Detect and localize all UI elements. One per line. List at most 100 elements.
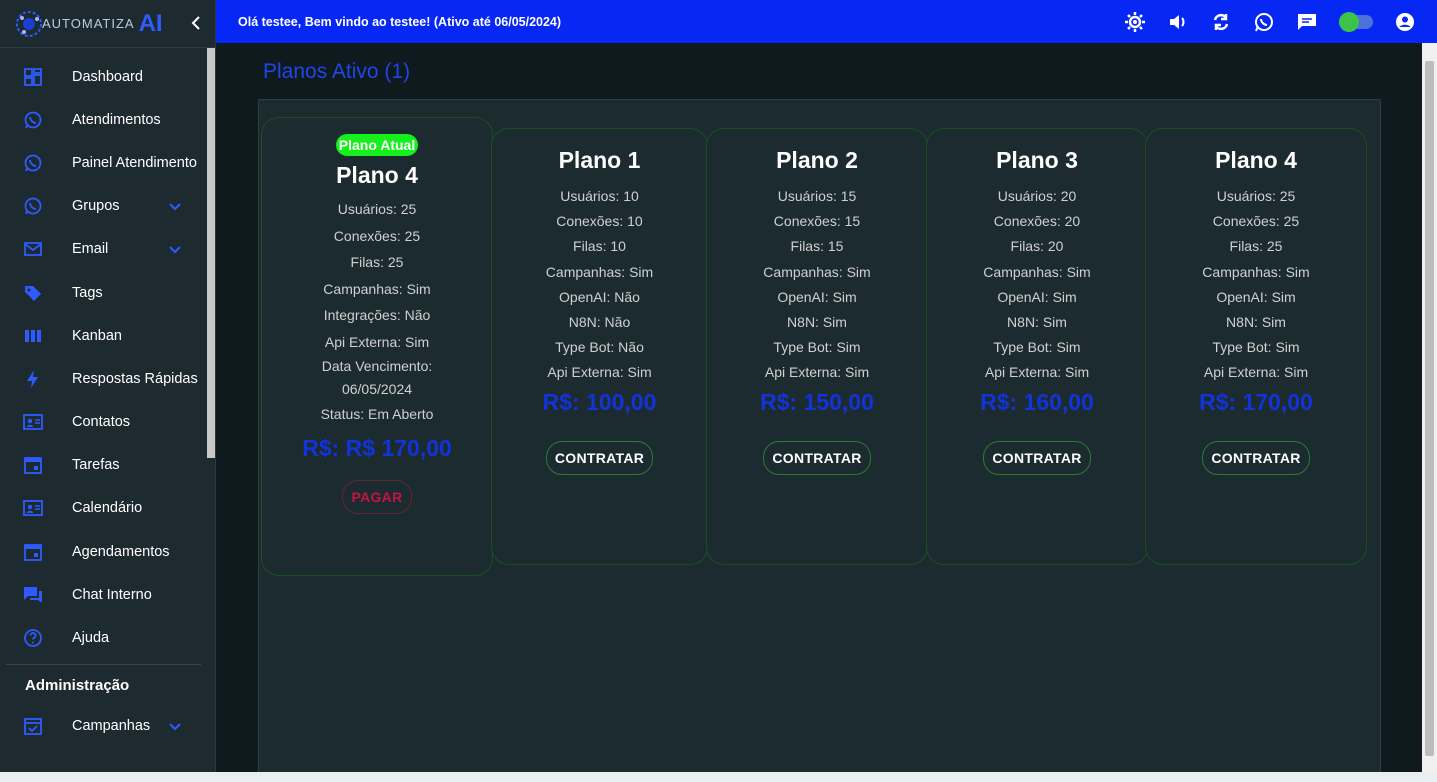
event-icon: [22, 715, 44, 737]
sidebar-item-grupos[interactable]: Grupos: [0, 185, 215, 228]
plan-feature: Usuários: 25: [1216, 188, 1296, 204]
sidebar-item-agendamentos[interactable]: Agendamentos: [0, 530, 215, 573]
pay-button[interactable]: PAGAR: [342, 479, 412, 514]
plan-feature: Filas: 20: [1010, 238, 1064, 255]
admin-menu: Campanhas: [0, 705, 215, 748]
plan-feature: Conexões: 25: [333, 227, 421, 244]
sidebar-item-atendimentos[interactable]: Atendimentos: [0, 98, 215, 141]
plan-price: R$: 150,00: [760, 388, 874, 415]
plan-feature: Type Bot: Sim: [993, 339, 1081, 356]
section-title-admin: Administração: [25, 676, 130, 694]
refresh-icon[interactable]: [1210, 11, 1232, 33]
sidebar-item-label: Painel Atendimento: [72, 154, 197, 171]
plan-feature: OpenAI: Sim: [777, 288, 857, 305]
brightness-icon[interactable]: [1124, 11, 1146, 33]
chat-icon: [22, 584, 44, 606]
sidebar-item-kanban[interactable]: Kanban: [0, 314, 215, 357]
plan-feature: Usuários: 15: [777, 188, 857, 204]
sidebar-item-label: Agendamentos: [72, 543, 170, 560]
plan-feature: Campanhas: Sim: [763, 263, 871, 280]
dashboard-icon: [22, 66, 44, 88]
plan-feature: Type Bot: Não: [555, 339, 644, 356]
contract-button[interactable]: CONTRATAR: [983, 440, 1091, 475]
plan-feature: Conexões: 25: [1212, 213, 1300, 230]
plan-card-3: Plano 3 Usuários: 20 Conexões: 20 Filas: 20…: [926, 128, 1148, 565]
sidebar-item-tags[interactable]: Tags: [0, 271, 215, 314]
sidebar-item-painel-atendimento[interactable]: Painel Atendimento: [0, 141, 215, 184]
sidebar-item-dashboard[interactable]: Dashboard: [0, 55, 215, 98]
main-scrollbar[interactable]: [1422, 43, 1437, 772]
contract-button[interactable]: CONTRATAR: [1202, 440, 1310, 475]
chat-icon[interactable]: [1296, 11, 1318, 33]
sidebar-item-label: Email: [72, 241, 109, 258]
tag-icon: [22, 282, 44, 304]
brand-logo[interactable]: AUTOMATIZA AI: [0, 0, 215, 48]
sidebar-item-label: Kanban: [72, 327, 122, 344]
plan-feature: Campanhas: Sim: [323, 280, 431, 297]
contract-button[interactable]: CONTRATAR: [763, 440, 871, 475]
calendar-icon: [22, 454, 44, 476]
scrollbar-thumb[interactable]: [1425, 61, 1434, 756]
sidebar-item-respostas-rapidas[interactable]: Respostas Rápidas: [0, 357, 215, 400]
plan-feature: OpenAI: Não: [559, 288, 640, 305]
calendar-icon: [22, 541, 44, 563]
current-plan-badge: Plano Atual: [335, 134, 419, 156]
volume-icon[interactable]: [1167, 11, 1189, 33]
plan-features: Usuários: 10 Conexões: 10 Filas: 10 Campanh…: [492, 184, 707, 386]
plan-feature: N8N: Sim: [1007, 314, 1067, 331]
plan-feature: Api Externa: Sim: [324, 333, 430, 350]
contacts-icon: [22, 411, 44, 433]
plan-feature: Api Externa: Sim: [984, 364, 1090, 381]
plan-feature: Campanhas: Sim: [983, 263, 1091, 280]
chevron-down-icon[interactable]: [168, 199, 182, 213]
sidebar-item-campanhas[interactable]: Campanhas: [0, 705, 215, 748]
plan-price: R$: 100,00: [542, 388, 657, 415]
topbar: Olá testee, Bem vindo ao testee! (Ativo …: [216, 0, 1437, 43]
whatsapp-icon: [22, 152, 44, 174]
help-icon: [22, 627, 44, 649]
sidebar-item-label: Campanhas: [72, 718, 151, 735]
current-plan-features: Usuários: 25 Conexões: 25 Filas: 25 Campanh…: [262, 196, 492, 428]
plan-features: Usuários: 20 Conexões: 20 Filas: 20 Campanh…: [927, 184, 1147, 386]
theme-toggle[interactable]: [1339, 11, 1373, 32]
chevron-left-icon[interactable]: [189, 14, 205, 32]
plan-feature: N8N: Sim: [1226, 314, 1286, 331]
current-plan-price: R$: R$ 170,00: [302, 434, 452, 461]
whatsapp-icon[interactable]: [1253, 11, 1275, 33]
plan-feature: 06/05/2024: [341, 381, 413, 397]
sidebar-item-chat-interno[interactable]: Chat Interno: [0, 573, 215, 616]
plan-price: R$: 170,00: [1199, 388, 1313, 415]
account-icon[interactable]: [1394, 11, 1416, 33]
sidebar-menu: Dashboard Atendimentos Painel Atendimento G…: [0, 48, 215, 660]
plan-feature: Status: Em Aberto: [320, 406, 434, 422]
plan-feature: Data Vencimento:: [321, 358, 433, 374]
plan-feature: Type Bot: Sim: [773, 339, 861, 356]
plan-feature: Campanhas: Sim: [1202, 263, 1310, 280]
plan-name: Plano 2: [776, 147, 858, 173]
contract-button[interactable]: CONTRATAR: [545, 440, 654, 475]
sidebar-item-calendario[interactable]: Calendário: [0, 487, 215, 530]
sidebar-item-tarefas[interactable]: Tarefas: [0, 444, 215, 487]
chevron-down-icon[interactable]: [168, 242, 182, 256]
kanban-icon: [22, 325, 44, 347]
plan-price: R$: 160,00: [980, 388, 1094, 415]
plan-feature: Conexões: 15: [773, 213, 861, 230]
sidebar-item-contatos[interactable]: Contatos: [0, 401, 215, 444]
page-title: Planos Ativo (1): [263, 60, 411, 83]
sidebar-item-label: Tarefas: [72, 457, 120, 474]
os-taskbar: [0, 772, 1437, 782]
sidebar-item-label: Respostas Rápidas: [72, 370, 198, 387]
sidebar-scrollbar[interactable]: [207, 48, 215, 458]
chevron-down-icon[interactable]: [168, 719, 182, 733]
plan-feature: N8N: Sim: [787, 314, 847, 331]
plan-card-4: Plano 4 Usuários: 25 Conexões: 25 Filas: 25…: [1145, 128, 1367, 565]
plan-feature: N8N: Não: [568, 314, 631, 331]
plan-feature: Conexões: 10: [556, 213, 643, 230]
sidebar-item-email[interactable]: Email: [0, 228, 215, 271]
sidebar-item-label: Calendário: [72, 500, 143, 517]
sidebar-item-ajuda[interactable]: Ajuda: [0, 616, 215, 659]
whatsapp-icon: [22, 195, 44, 217]
plan-card-1: Plano 1 Usuários: 10 Conexões: 10 Filas: 10…: [491, 128, 708, 565]
sidebar-item-label: Grupos: [72, 198, 120, 215]
plan-card-2: Plano 2 Usuários: 15 Conexões: 15 Filas: 15…: [706, 128, 928, 565]
